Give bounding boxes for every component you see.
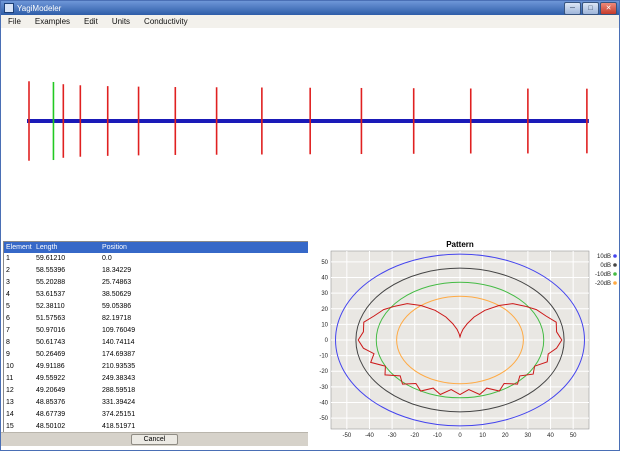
pattern-chart: -50 -40 -30 -20 -10 0 10 20 30 40 50 50 40 30 20 10 0 -10… <box>308 239 619 450</box>
cancel-button[interactable]: Cancel <box>130 434 179 445</box>
column-header-length: Length <box>34 242 100 253</box>
table-row[interactable]: 12 49.20649 288.59518 <box>4 385 308 397</box>
table-row[interactable]: 4 53.61537 38.50629 <box>4 289 308 301</box>
svg-text:-30: -30 <box>319 385 328 391</box>
svg-text:30: 30 <box>321 291 328 297</box>
table-row[interactable]: 11 49.55922 249.38343 <box>4 373 308 385</box>
table-row[interactable]: 10 49.91186 210.93535 <box>4 361 308 373</box>
svg-text:20: 20 <box>502 433 509 439</box>
svg-text:-20: -20 <box>410 433 419 439</box>
table-row[interactable]: 9 50.26469 174.69387 <box>4 349 308 361</box>
close-button[interactable]: ✕ <box>600 1 617 15</box>
window-title: YagiModeler <box>17 3 62 13</box>
table-row[interactable]: 7 50.97016 109.76049 <box>4 325 308 337</box>
table-row[interactable]: 1 59.61210 0.0 <box>4 253 308 265</box>
svg-text:0: 0 <box>458 433 462 439</box>
svg-text:30: 30 <box>525 433 532 439</box>
svg-text:20: 20 <box>321 307 328 313</box>
table-row[interactable]: 3 55.20288 25.74863 <box>4 277 308 289</box>
menu-bar: File Examples Edit Units Conductivity <box>1 15 619 29</box>
table-row[interactable]: 14 48.67739 374.25151 <box>4 409 308 421</box>
table-row[interactable]: 6 51.57563 82.19718 <box>4 313 308 325</box>
legend-marker <box>613 263 617 267</box>
svg-text:50: 50 <box>570 433 577 439</box>
antenna-diagram <box>1 28 619 236</box>
table-row[interactable]: 8 50.61743 140.74114 <box>4 337 308 349</box>
svg-text:-10: -10 <box>433 433 442 439</box>
table-header-row: Element Length Position <box>4 242 308 253</box>
svg-text:40: 40 <box>321 276 328 282</box>
svg-text:10: 10 <box>321 322 328 328</box>
column-header-element: Element <box>4 242 34 253</box>
legend-marker <box>613 254 617 258</box>
app-window: YagiModeler ─ □ ✕ File Examples Edit Units C… <box>0 0 620 451</box>
menu-item-examples[interactable]: Examples <box>28 15 77 28</box>
menu-item-conductivity[interactable]: Conductivity <box>137 15 195 28</box>
menu-item-edit[interactable]: Edit <box>77 15 105 28</box>
svg-text:50: 50 <box>321 260 328 266</box>
legend-label: 0dB <box>600 263 611 269</box>
column-header-position: Position <box>100 242 308 253</box>
svg-text:40: 40 <box>547 433 554 439</box>
element-table-panel: Element Length Position 1 59.61210 0.0 2 58.… <box>3 241 309 434</box>
legend-label: -20dB <box>595 281 611 287</box>
svg-text:-10: -10 <box>319 354 328 360</box>
svg-text:-30: -30 <box>388 433 397 439</box>
legend-label: 10dB <box>597 254 611 260</box>
app-icon <box>4 3 14 13</box>
svg-text:10: 10 <box>479 433 486 439</box>
legend-marker <box>613 281 617 285</box>
menu-item-units[interactable]: Units <box>105 15 137 28</box>
bottom-strip: Cancel <box>1 432 308 446</box>
svg-text:-50: -50 <box>343 433 352 439</box>
svg-text:-50: -50 <box>319 416 328 422</box>
svg-text:-40: -40 <box>319 400 328 406</box>
element-table: Element Length Position 1 59.61210 0.0 2 58.… <box>4 242 308 433</box>
svg-text:-20: -20 <box>319 369 328 375</box>
table-row[interactable]: 5 52.38110 59.05386 <box>4 301 308 313</box>
legend-label: -10dB <box>595 272 611 278</box>
legend-marker <box>613 272 617 276</box>
minimize-button[interactable]: ─ <box>564 1 581 15</box>
svg-text:0: 0 <box>325 338 329 344</box>
table-row[interactable]: 2 58.55396 18.34229 <box>4 265 308 277</box>
maximize-button[interactable]: □ <box>582 1 599 15</box>
element-table-body: 1 59.61210 0.0 2 58.55396 18.34229 3 55.20288 25… <box>4 253 308 433</box>
chart-title: Pattern <box>446 240 474 249</box>
title-bar[interactable]: YagiModeler ─ □ ✕ <box>1 1 619 15</box>
menu-item-file[interactable]: File <box>1 15 28 28</box>
svg-text:-40: -40 <box>365 433 374 439</box>
table-row[interactable]: 13 48.85376 331.39424 <box>4 397 308 409</box>
